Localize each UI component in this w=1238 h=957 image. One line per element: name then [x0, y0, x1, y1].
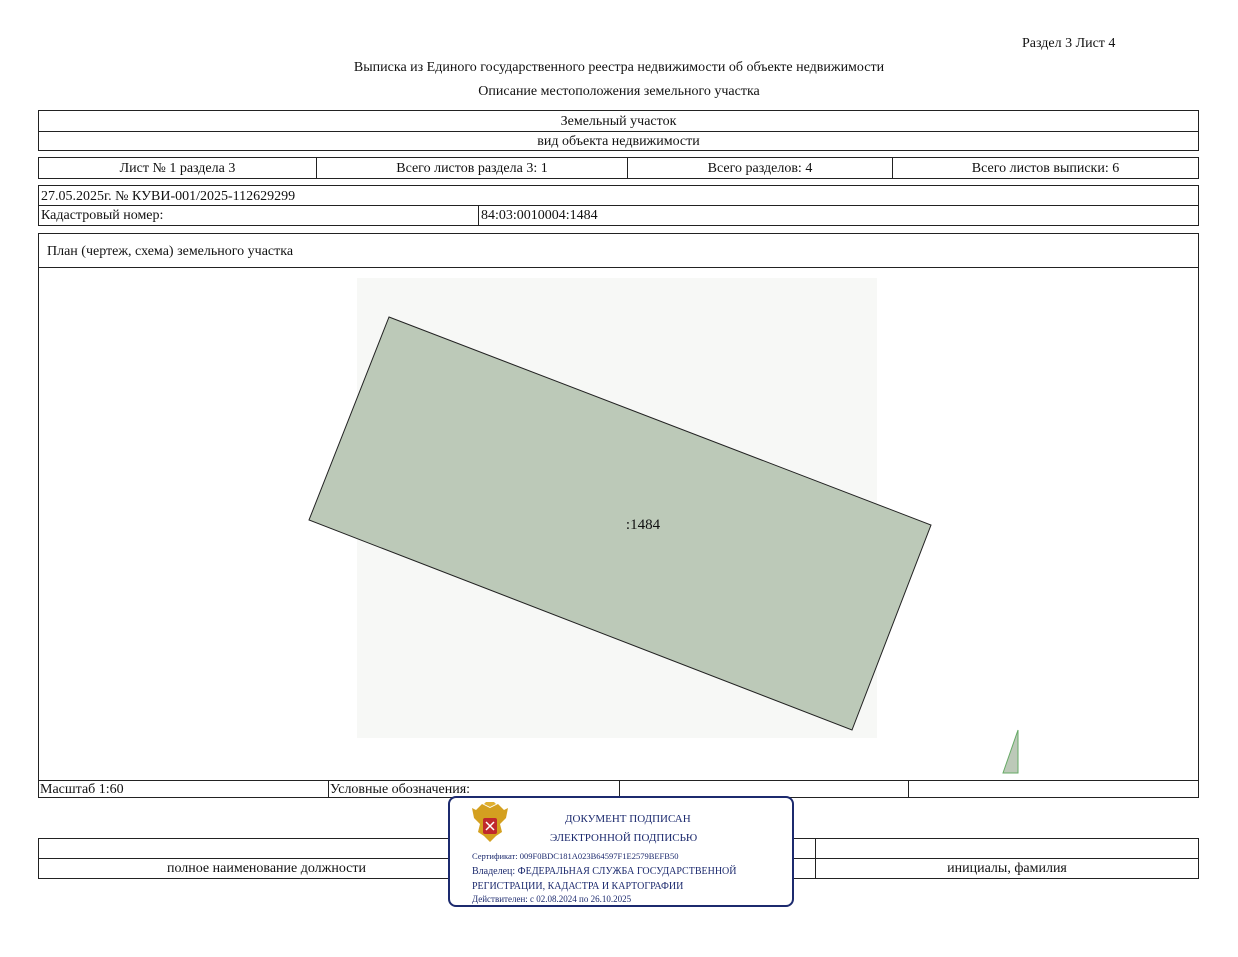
name-caption: инициалы, фамилия — [947, 861, 1067, 876]
sheets-row: Лист № 1 раздела 3 Всего листов раздела … — [38, 157, 1199, 179]
divider — [39, 205, 1198, 206]
record-box: 27.05.2025г. № КУВИ-001/2025-112629299 К… — [38, 185, 1199, 226]
divider — [619, 780, 620, 797]
sheet-of-section: Лист № 1 раздела 3 — [119, 161, 236, 176]
section-sheet-label: Раздел 3 Лист 4 — [1022, 36, 1116, 51]
object-type: Земельный участок — [560, 114, 677, 129]
parcel-label: :1484 — [626, 517, 661, 533]
total-sections: Всего разделов: 4 — [707, 161, 813, 176]
date-number: 27.05.2025г. № КУВИ-001/2025-112629299 — [41, 189, 296, 204]
stamp-line1: ДОКУМЕНТ ПОДПИСАН — [565, 813, 691, 825]
stamp-line2: ЭЛЕКТРОННОЙ ПОДПИСЬЮ — [550, 832, 698, 844]
legend-label: Условные обозначения: — [330, 782, 471, 797]
stamp-valid: Действителен: с 02.08.2024 по 26.10.2025 — [472, 894, 632, 904]
divider — [908, 780, 909, 797]
position-caption: полное наименование должности — [166, 861, 367, 876]
divider — [478, 205, 479, 225]
plan-label: План (чертеж, схема) земельного участка — [47, 244, 294, 259]
cadastral-label: Кадастровый номер: — [41, 208, 164, 223]
document-title: Выписка из Единого государственного реес… — [353, 60, 885, 75]
object-type-box: Земельный участок вид объекта недвижимос… — [38, 110, 1199, 151]
divider — [39, 131, 1198, 132]
electronic-signature-stamp: ДОКУМЕНТ ПОДПИСАН ЭЛЕКТРОННОЙ ПОДПИСЬЮ С… — [448, 796, 794, 907]
russian-coat-of-arms-icon — [472, 802, 508, 842]
divider — [328, 780, 329, 797]
scale-label: Масштаб 1:60 — [40, 782, 124, 797]
parcel-drawing: :1484 — [308, 278, 1019, 774]
neighbor-fragment — [1002, 729, 1019, 774]
plan-box: План (чертеж, схема) земельного участка … — [38, 233, 1199, 798]
stamp-owner1: Владелец: ФЕДЕРАЛЬНАЯ СЛУЖБА ГОСУДАРСТВЕ… — [472, 866, 737, 877]
stamp-certificate: Сертификат: 009F0BDC181A023B64597F1E2579… — [472, 851, 679, 861]
cadastral-number: 84:03:0010004:1484 — [481, 208, 598, 223]
total-extract-sheets: Всего листов выписки: 6 — [971, 161, 1120, 176]
object-type-caption: вид объекта недвижимости — [537, 134, 700, 149]
total-section-sheets: Всего листов раздела 3: 1 — [396, 161, 548, 176]
document-subtitle: Описание местоположения земельного участ… — [478, 84, 760, 99]
stamp-owner2: РЕГИСТРАЦИИ, КАДАСТРА И КАРТОГРАФИИ — [472, 881, 684, 892]
